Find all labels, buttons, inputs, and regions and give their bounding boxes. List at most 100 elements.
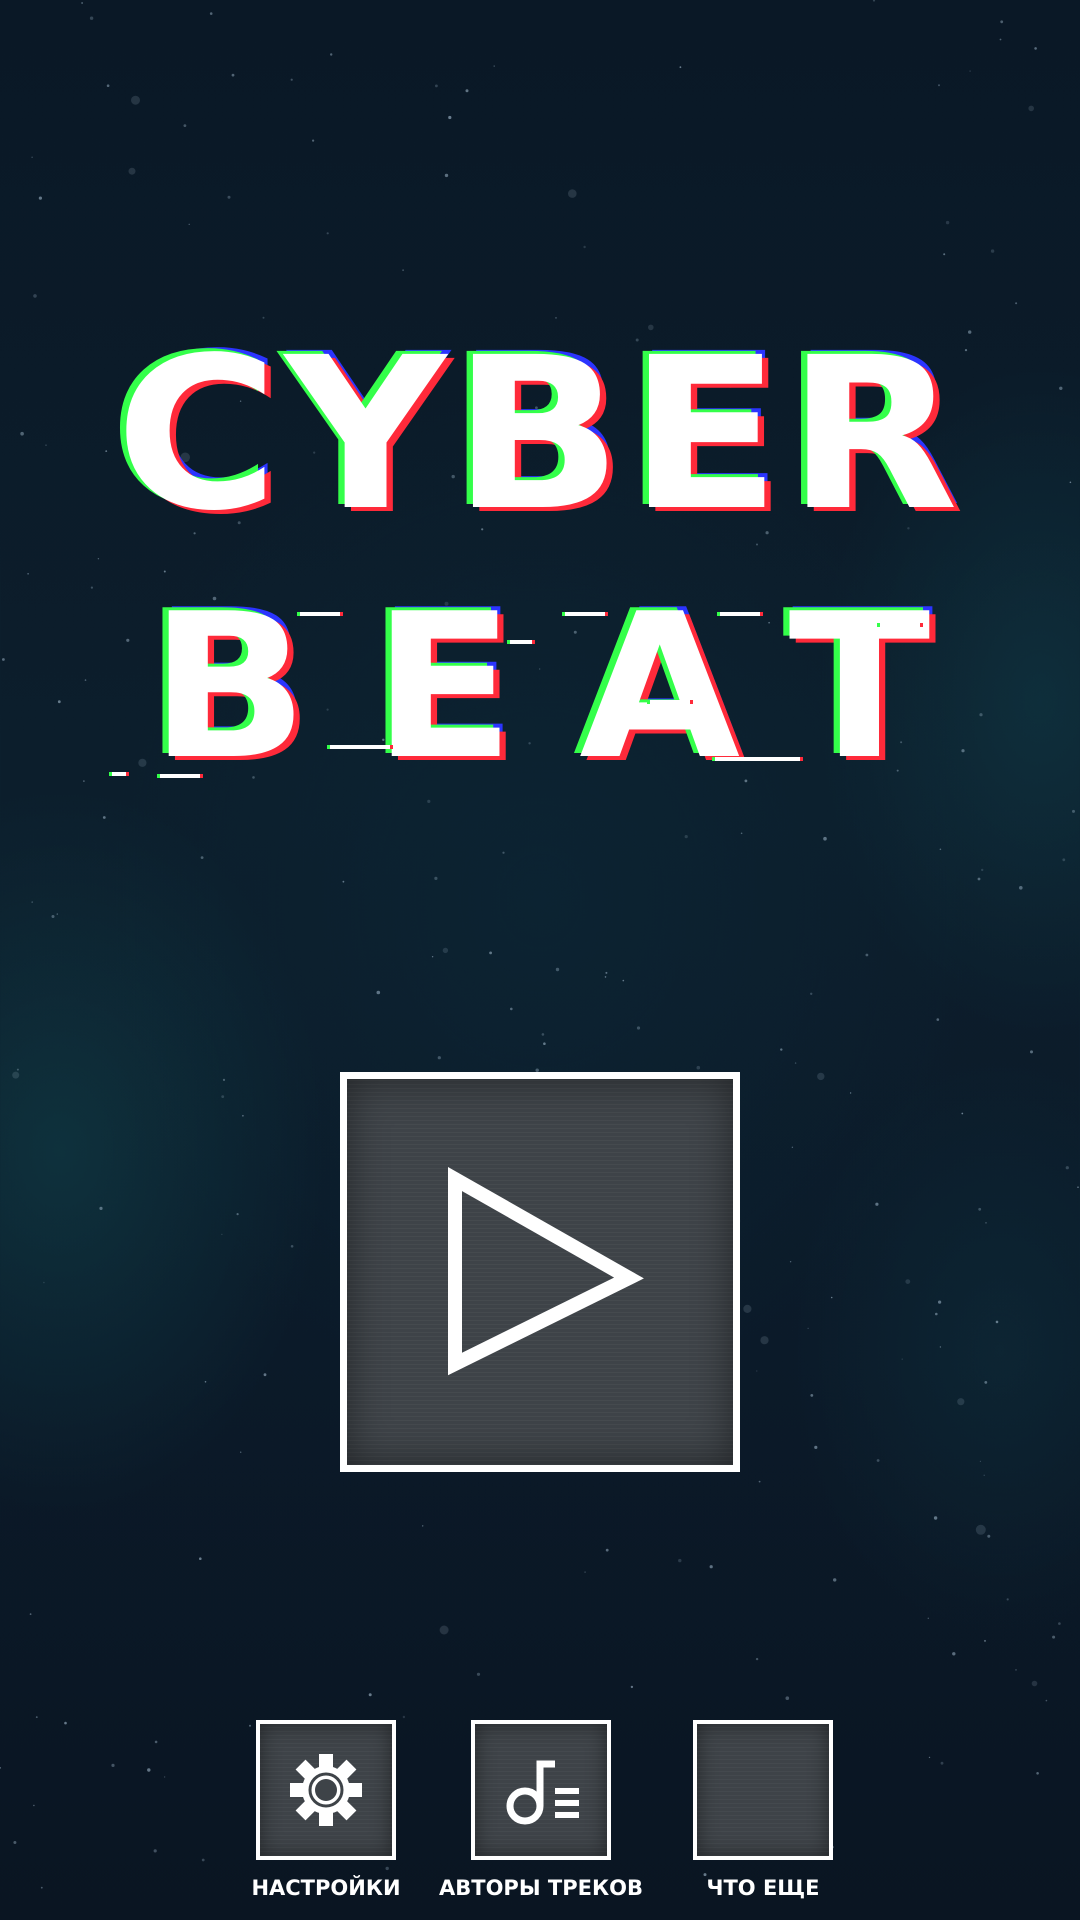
star [437, 1056, 441, 1060]
star [89, 16, 94, 20]
star [979, 1460, 982, 1462]
star [330, 53, 333, 56]
glitch-streak [715, 757, 800, 761]
star [709, 1565, 713, 1569]
star [376, 990, 381, 995]
gear-icon [290, 1754, 362, 1826]
star [27, 573, 29, 575]
star [222, 1078, 226, 1081]
star [342, 880, 345, 883]
star [97, 558, 100, 560]
star [402, 269, 404, 272]
star [684, 835, 688, 839]
star [794, 1062, 797, 1064]
star [865, 953, 869, 957]
star [326, 232, 329, 235]
star [823, 836, 827, 841]
star [435, 84, 438, 88]
star [927, 1617, 929, 1620]
star [758, 1480, 761, 1483]
glitch-streak [330, 745, 390, 749]
menu-item-track-authors[interactable]: АВТОРЫ ТРЕКОВ [439, 1720, 643, 1900]
play-button[interactable] [340, 1072, 740, 1472]
star [465, 89, 469, 93]
star [936, 1018, 940, 1021]
star [163, 1776, 166, 1778]
star [312, 139, 315, 142]
star [990, 249, 995, 253]
glitch-streak [300, 612, 340, 616]
game-title-line-1: CYBER [115, 312, 965, 557]
star [290, 1245, 294, 1248]
star [16, 1068, 19, 1071]
star [605, 971, 608, 974]
star [807, 1327, 809, 1329]
star [439, 1625, 449, 1635]
star [939, 848, 942, 851]
star [541, 1033, 545, 1036]
star [493, 65, 495, 67]
star [789, 1261, 792, 1263]
star [1077, 1186, 1079, 1188]
star [985, 1222, 987, 1224]
star [1065, 1166, 1069, 1170]
star [833, 1578, 837, 1582]
menu-item-more[interactable]: ЧТО ЕЩЕ [693, 1720, 833, 1900]
star [743, 1304, 752, 1313]
star [622, 979, 625, 982]
star [38, 196, 43, 200]
star [40, 1886, 43, 1889]
more-label: ЧТО ЕЩЕ [706, 1876, 820, 1900]
star [928, 1756, 931, 1759]
star [785, 1696, 790, 1700]
star [448, 115, 452, 120]
star [584, 1571, 586, 1573]
star [102, 816, 106, 819]
star [422, 1525, 424, 1527]
star [510, 1007, 513, 1011]
star [33, 294, 37, 298]
star [810, 1394, 814, 1397]
star [444, 173, 449, 178]
star [431, 956, 434, 958]
star [901, 1358, 903, 1360]
star [263, 1373, 267, 1377]
star [188, 223, 190, 225]
star [933, 1516, 938, 1520]
music-list-icon [506, 1760, 579, 1825]
star [31, 901, 33, 903]
star [81, 2, 83, 4]
star [12, 1071, 20, 1079]
star [434, 876, 438, 881]
star [209, 12, 213, 15]
star [111, 1763, 115, 1767]
star [1052, 1635, 1056, 1639]
star [249, 1724, 251, 1727]
starfield-background [0, 0, 1079, 1889]
star [35, 1716, 38, 1718]
star [987, 1534, 991, 1538]
star [605, 1548, 609, 1552]
star [236, 1213, 239, 1216]
star [33, 1804, 35, 1807]
star [201, 1858, 205, 1862]
star [183, 124, 187, 127]
settings-button[interactable] [256, 1720, 396, 1860]
star [368, 1693, 372, 1697]
star [199, 1557, 202, 1560]
star [51, 915, 55, 918]
menu-item-settings[interactable]: НАСТРОЙКИ [251, 1720, 401, 1900]
more-button[interactable] [693, 1720, 833, 1860]
star [31, 156, 33, 158]
track-authors-button[interactable] [471, 1720, 611, 1860]
glitch-streak [510, 640, 532, 644]
star [240, 1451, 242, 1453]
star [153, 1849, 157, 1853]
star [938, 84, 940, 87]
star [476, 1672, 481, 1676]
star [1045, 1699, 1048, 1702]
star [402, 1715, 406, 1719]
glitch-streak [720, 612, 760, 616]
star [830, 1296, 833, 1299]
star [975, 1524, 986, 1535]
